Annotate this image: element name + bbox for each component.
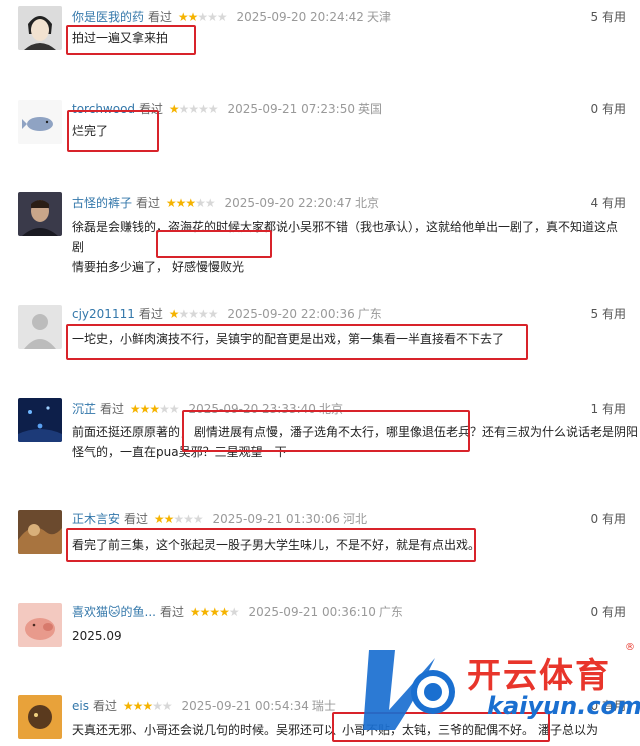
comment-line: 情要拍多少遍了， 好感慢慢败光 bbox=[72, 260, 245, 274]
rating-stars: ★★★★★ bbox=[189, 605, 240, 619]
location-label: 瑞士 bbox=[311, 699, 336, 713]
rating-stars: ★★★★★ bbox=[168, 102, 219, 116]
avatar[interactable] bbox=[18, 100, 62, 144]
highlight-box bbox=[66, 324, 528, 360]
comment-time: 2025-09-21 01:30:06 bbox=[212, 512, 340, 526]
useful-count[interactable]: 0 有用 bbox=[591, 603, 626, 621]
comment-time: 2025-09-20 22:20:47 bbox=[224, 196, 352, 210]
highlight-box bbox=[156, 230, 272, 258]
comment-time: 2025-09-21 00:36:10 bbox=[248, 605, 376, 619]
username-link[interactable]: 喜欢猫🐱的鱼... bbox=[72, 605, 156, 619]
watched-label: 看过 bbox=[136, 196, 161, 210]
watched-label: 看过 bbox=[124, 512, 149, 526]
location-label: 广东 bbox=[357, 307, 382, 321]
watched-label: 看过 bbox=[148, 10, 173, 24]
avatar[interactable] bbox=[18, 603, 62, 647]
rating-stars: ★★★★★ bbox=[165, 196, 216, 210]
comment-time: 2025-09-21 00:54:34 bbox=[181, 699, 309, 713]
location-label: 广东 bbox=[378, 605, 403, 619]
watermark-cn-text: 开云体育 bbox=[467, 656, 611, 696]
useful-count[interactable]: 0 有用 bbox=[591, 510, 626, 528]
watermark-url: kaiyun.com bbox=[487, 692, 640, 720]
username-link[interactable]: 古怪的裤子 bbox=[72, 196, 132, 210]
highlight-box bbox=[182, 410, 470, 452]
avatar[interactable] bbox=[18, 510, 62, 554]
username-link[interactable]: 正木言安 bbox=[72, 512, 120, 526]
useful-count[interactable]: 0 有用 bbox=[591, 100, 626, 118]
avatar[interactable] bbox=[18, 695, 62, 739]
avatar[interactable] bbox=[18, 192, 62, 236]
watched-label: 看过 bbox=[92, 699, 117, 713]
watched-label: 看过 bbox=[138, 307, 163, 321]
avatar[interactable] bbox=[18, 6, 62, 50]
watermark-reg-mark: ® bbox=[625, 642, 635, 653]
highlighted-text: 好感慢慢败光 bbox=[172, 260, 245, 274]
highlight-box bbox=[67, 110, 159, 152]
highlight-box bbox=[66, 25, 196, 55]
rating-stars: ★★★★★ bbox=[153, 512, 204, 526]
avatar[interactable] bbox=[18, 398, 62, 442]
location-label: 北京 bbox=[354, 196, 379, 210]
brand-watermark: 开云体育 ® kaiyun.com bbox=[355, 630, 640, 742]
location-label: 河北 bbox=[342, 512, 367, 526]
comment-time: 2025-09-20 20:24:42 bbox=[236, 10, 364, 24]
username-link[interactable]: 沉芷 bbox=[72, 402, 96, 416]
rating-stars: ★★★★★ bbox=[129, 402, 180, 416]
avatar[interactable] bbox=[18, 305, 62, 349]
comment-time: 2025-09-20 22:00:36 bbox=[227, 307, 355, 321]
watched-label: 看过 bbox=[159, 605, 184, 619]
useful-count[interactable]: 1 有用 bbox=[591, 400, 626, 418]
username-link[interactable]: cjy201111 bbox=[72, 307, 135, 321]
comment-time: 2025-09-21 07:23:50 bbox=[227, 102, 355, 116]
location-label: 天津 bbox=[366, 10, 391, 24]
location-label: 英国 bbox=[357, 102, 382, 116]
rating-stars: ★★★★★ bbox=[177, 10, 228, 24]
useful-count[interactable]: 5 有用 bbox=[591, 8, 626, 26]
highlight-box bbox=[66, 528, 476, 562]
useful-count[interactable]: 5 有用 bbox=[591, 305, 626, 323]
rating-stars: ★★★★★ bbox=[168, 307, 219, 321]
rating-stars: ★★★★★ bbox=[122, 699, 173, 713]
watched-label: 看过 bbox=[100, 402, 125, 416]
username-link[interactable]: eis bbox=[72, 699, 89, 713]
username-link[interactable]: 你是医我的药 bbox=[72, 10, 144, 24]
useful-count[interactable]: 4 有用 bbox=[591, 194, 626, 212]
